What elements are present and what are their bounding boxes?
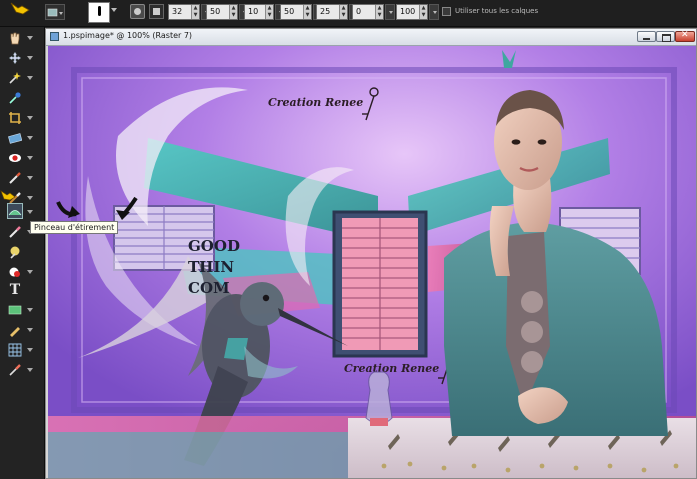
strength-slider-button[interactable]	[429, 4, 439, 20]
document-icon	[50, 32, 59, 41]
strength-spin-arrows[interactable]: ▲ ▼	[419, 5, 427, 19]
red-eye-group-arrow-icon[interactable]	[27, 156, 33, 160]
shape-group-arrow-icon[interactable]	[27, 308, 33, 312]
use-all-layers-checkbox[interactable]	[442, 7, 451, 16]
thickness-spin-arrows[interactable]: ▲ ▼	[339, 5, 347, 19]
step-value: 10	[248, 7, 259, 16]
tools-toolbar: T	[0, 27, 45, 479]
rotation-value: 0	[356, 7, 362, 16]
eraser-icon[interactable]	[6, 223, 24, 241]
red-eye-icon[interactable]	[6, 149, 24, 167]
hardness-spin-arrows[interactable]: ▲ ▼	[229, 5, 237, 19]
strength-field[interactable]: 100 ▲ ▼	[396, 4, 428, 20]
rotation-slider-button[interactable]	[385, 4, 395, 20]
warp-brush-icon[interactable]	[7, 203, 23, 219]
flood-fill-icon[interactable]	[6, 263, 24, 281]
move-group-arrow-icon[interactable]	[27, 56, 33, 60]
pan-hand-icon[interactable]	[6, 29, 24, 47]
text-icon[interactable]: T	[6, 281, 24, 299]
image-canvas[interactable]: GOOD THIN COM Creation Renee Creation Re…	[48, 46, 696, 478]
wall-text-line-3: COM	[188, 279, 230, 297]
tool-tooltip: Pinceau d'étirement	[30, 221, 119, 234]
minimize-button[interactable]	[637, 31, 656, 42]
rotation-field[interactable]: 0 ▲ ▼	[352, 4, 384, 20]
pan-group-arrow-icon[interactable]	[27, 36, 33, 40]
rectangle-icon[interactable]	[6, 301, 24, 319]
paint-group-arrow-icon[interactable]	[27, 196, 33, 200]
document-title-bar[interactable]: 1.pspimage* @ 100% (Raster 7) ✕	[46, 29, 696, 46]
rotation-spin-arrows[interactable]: ▲ ▼	[375, 5, 383, 19]
thickness-value: 25	[320, 7, 331, 16]
density-value: 50	[284, 7, 295, 16]
document-title: 1.pspimage* @ 100% (Raster 7)	[63, 31, 193, 40]
dropper-icon[interactable]	[6, 89, 24, 107]
fill-group-arrow-icon[interactable]	[27, 270, 33, 274]
dodge-icon[interactable]	[6, 243, 24, 261]
brush-preview-dropdown-icon[interactable]	[111, 8, 117, 12]
step-spin-arrows[interactable]: ▲ ▼	[265, 5, 273, 19]
thickness-field[interactable]: 25 ▲ ▼	[316, 4, 348, 20]
straighten-icon[interactable]	[6, 129, 24, 147]
mesh-group-arrow-icon[interactable]	[27, 348, 33, 352]
density-spin-arrows[interactable]: ▲ ▼	[303, 5, 311, 19]
wall-text-line-1: GOOD	[188, 237, 240, 255]
clone-brush-icon[interactable]	[6, 169, 24, 187]
size-value: 32	[172, 7, 183, 16]
tooltip-text: Pinceau d'étirement	[34, 223, 115, 232]
crop-icon[interactable]	[6, 109, 24, 127]
tool-options-bar: 32 ▲ ▼ 50 ▲ ▼ 10 ▲ ▼ 50 ▲ ▼ 25 ▲ ▼ 0 ▲ ▼ 100 ▲ ▼ Utili…	[0, 0, 697, 27]
close-icon: ✕	[681, 30, 689, 40]
use-all-layers-label: Utiliser tous les calques	[455, 7, 539, 15]
mesh-warp-icon[interactable]	[6, 341, 24, 359]
clone-group-arrow-icon[interactable]	[27, 176, 33, 180]
warp-group-arrow-icon[interactable]	[27, 210, 33, 214]
color-picker-icon[interactable]	[6, 361, 24, 379]
hand-cursor-icon	[10, 0, 32, 15]
wall-text-line-2: THIN	[188, 258, 234, 276]
straighten-group-arrow-icon[interactable]	[27, 136, 33, 140]
brush-preview[interactable]	[88, 2, 110, 23]
density-field[interactable]: 50 ▲ ▼	[280, 4, 312, 20]
strength-value: 100	[400, 7, 416, 16]
size-field[interactable]: 32 ▲ ▼	[168, 4, 200, 20]
size-spin-arrows[interactable]: ▲ ▼	[191, 5, 199, 19]
document-window: 1.pspimage* @ 100% (Raster 7) ✕ GOOD THI…	[45, 28, 697, 479]
preset-dropdown[interactable]	[45, 4, 65, 20]
step-field[interactable]: 10 ▲ ▼	[244, 4, 274, 20]
round-tip-button[interactable]	[130, 4, 145, 19]
close-button[interactable]: ✕	[675, 30, 695, 42]
pen-group-arrow-icon[interactable]	[27, 328, 33, 332]
square-tip-button[interactable]	[149, 4, 164, 19]
restore-button[interactable]	[656, 31, 675, 42]
artwork-illustration: GOOD THIN COM Creation Renee Creation Re…	[48, 46, 696, 478]
magic-wand-icon[interactable]	[6, 69, 24, 87]
hardness-value: 50	[210, 7, 221, 16]
crop-group-arrow-icon[interactable]	[27, 116, 33, 120]
hardness-field[interactable]: 50 ▲ ▼	[206, 4, 238, 20]
move-icon[interactable]	[6, 49, 24, 67]
wand-group-arrow-icon[interactable]	[27, 76, 33, 80]
watermark-bottom: Creation Renee	[344, 362, 439, 375]
watermark-top: Creation Renee	[268, 96, 363, 109]
pen-icon[interactable]	[6, 321, 24, 339]
picker-group-arrow-icon[interactable]	[27, 368, 33, 372]
